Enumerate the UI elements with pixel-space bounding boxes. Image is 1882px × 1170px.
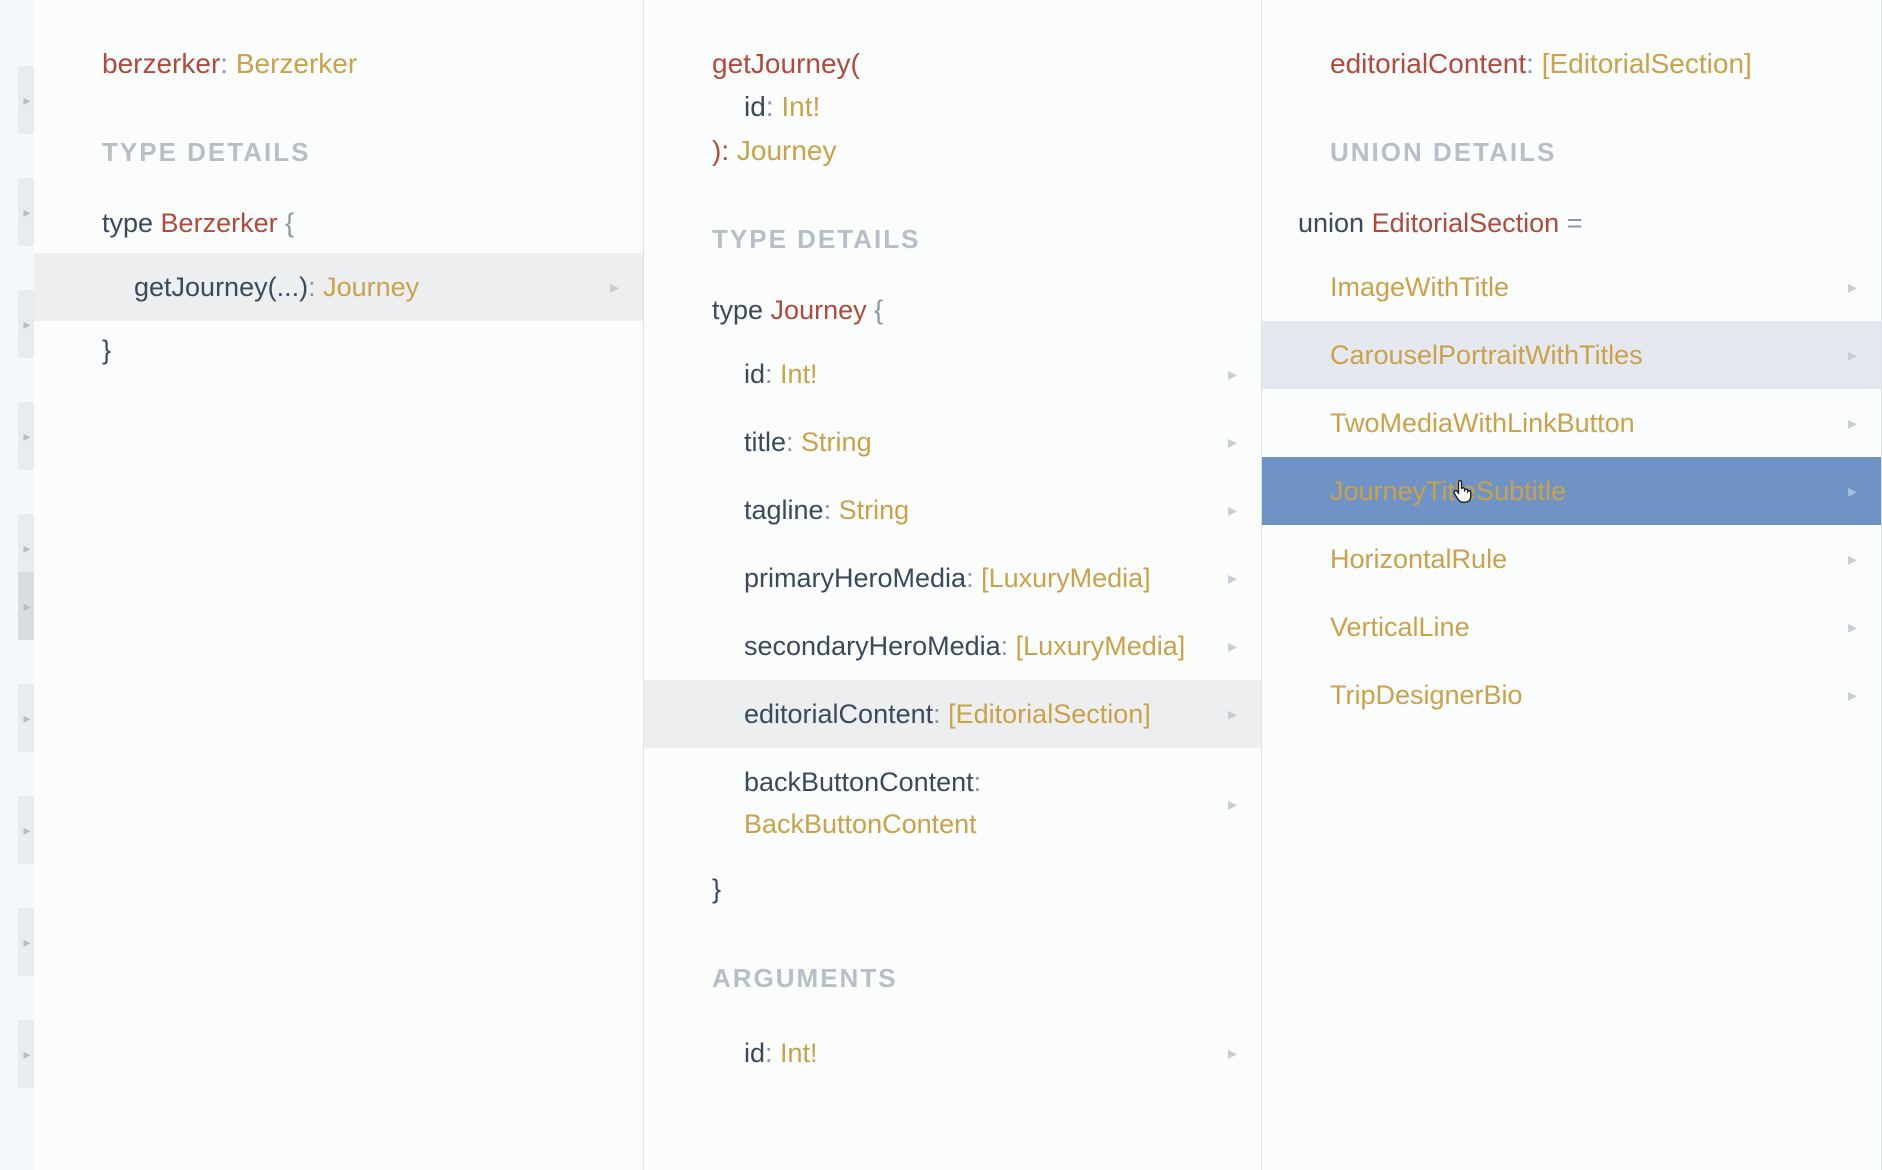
column-header: editorialContent: [EditorialSection] xyxy=(1262,0,1881,121)
union-member-carouselportraitwithtitles[interactable]: CarouselPortraitWithTitles ▸ xyxy=(1262,321,1881,389)
schema-explorer: ▸ ▸ ▸ ▸ ▸ ▸ ▸ ▸ ▸ ▸ berzerker: Berzerker… xyxy=(0,0,1882,1170)
type-close-brace: } xyxy=(644,860,1261,919)
field-row-title[interactable]: title: String▸ xyxy=(644,408,1261,476)
argument-row-id[interactable]: id: Int! ▸ xyxy=(644,1020,1261,1088)
union-member-verticalline[interactable]: VerticalLine ▸ xyxy=(1262,593,1881,661)
union-member-label: TripDesignerBio xyxy=(1330,680,1523,711)
field-row-primaryheromedia[interactable]: primaryHeroMedia: [LuxuryMedia]▸ xyxy=(644,544,1261,612)
header-type-name[interactable]: Berzerker xyxy=(236,48,357,79)
column-editorialcontent: editorialContent: [EditorialSection] UNI… xyxy=(1262,0,1882,1170)
chevron-right-icon: ▸ xyxy=(1228,364,1237,385)
union-member-label: HorizontalRule xyxy=(1330,544,1507,575)
chevron-right-icon: ▸ xyxy=(1848,549,1857,570)
type-open-brace: type Berzerker { xyxy=(34,194,643,253)
section-label-type-details: TYPE DETAILS xyxy=(644,208,1261,281)
type-open-brace: type Journey { xyxy=(644,281,1261,340)
chevron-right-icon: ▸ xyxy=(610,277,619,298)
union-member-imagewithtitle[interactable]: ImageWithTitle ▸ xyxy=(1262,253,1881,321)
union-member-label: ImageWithTitle xyxy=(1330,272,1509,303)
chevron-right-icon: ▸ xyxy=(1848,617,1857,638)
union-open: union EditorialSection = xyxy=(1262,194,1881,253)
chevron-right-icon: ▸ xyxy=(1848,685,1857,706)
union-member-horizontalrule[interactable]: HorizontalRule ▸ xyxy=(1262,525,1881,593)
section-label-arguments: ARGUMENTS xyxy=(644,919,1261,1020)
union-member-tripdesignerbio[interactable]: TripDesignerBio ▸ xyxy=(1262,661,1881,729)
chevron-right-icon: ▸ xyxy=(1228,704,1237,725)
field-row-backbuttoncontent[interactable]: backButtonContent:BackButtonContent▸ xyxy=(644,748,1261,860)
chevron-right-icon: ▸ xyxy=(1228,636,1237,657)
field-row-getjourney[interactable]: getJourney(...): Journey ▸ xyxy=(34,253,643,321)
chevron-right-icon: ▸ xyxy=(1228,1043,1237,1064)
chevron-right-icon: ▸ xyxy=(1848,345,1857,366)
section-label-type-details: TYPE DETAILS xyxy=(34,121,643,194)
column-header: berzerker: Berzerker xyxy=(34,0,643,121)
type-close-brace: } xyxy=(34,321,643,380)
union-member-twomediawithlinkbutton[interactable]: TwoMediaWithLinkButton ▸ xyxy=(1262,389,1881,457)
union-member-label: JourneyTitleSubtitle xyxy=(1330,476,1566,507)
chevron-right-icon: ▸ xyxy=(1228,500,1237,521)
field-row-id[interactable]: id: Int!▸ xyxy=(644,340,1261,408)
chevron-right-icon: ▸ xyxy=(1228,432,1237,453)
chevron-right-icon: ▸ xyxy=(1848,277,1857,298)
field-row-tagline[interactable]: tagline: String▸ xyxy=(644,476,1261,544)
chevron-right-icon: ▸ xyxy=(1228,794,1237,815)
prev-column-sliver: ▸ ▸ ▸ ▸ ▸ ▸ ▸ ▸ ▸ ▸ xyxy=(0,0,34,1170)
column-berzerker: berzerker: Berzerker TYPE DETAILS type B… xyxy=(34,0,644,1170)
union-member-label: CarouselPortraitWithTitles xyxy=(1330,340,1643,371)
union-member-label: VerticalLine xyxy=(1330,612,1470,643)
column-header: getJourney( id: Int! ): Journey xyxy=(644,0,1261,208)
column-getjourney: getJourney( id: Int! ): Journey TYPE DET… xyxy=(644,0,1262,1170)
field-row-editorialcontent[interactable]: editorialContent: [EditorialSection]▸ xyxy=(644,680,1261,748)
field-row-secondaryheromedia[interactable]: secondaryHeroMedia: [LuxuryMedia]▸ xyxy=(644,612,1261,680)
chevron-right-icon: ▸ xyxy=(1228,568,1237,589)
union-member-journeytitlesubtitle[interactable]: JourneyTitleSubtitle ▸ xyxy=(1262,457,1881,525)
chevron-right-icon: ▸ xyxy=(1848,481,1857,502)
header-field-name: berzerker xyxy=(102,48,220,79)
union-member-label: TwoMediaWithLinkButton xyxy=(1330,408,1635,439)
section-label-union-details: UNION DETAILS xyxy=(1262,121,1881,194)
chevron-right-icon: ▸ xyxy=(1848,413,1857,434)
